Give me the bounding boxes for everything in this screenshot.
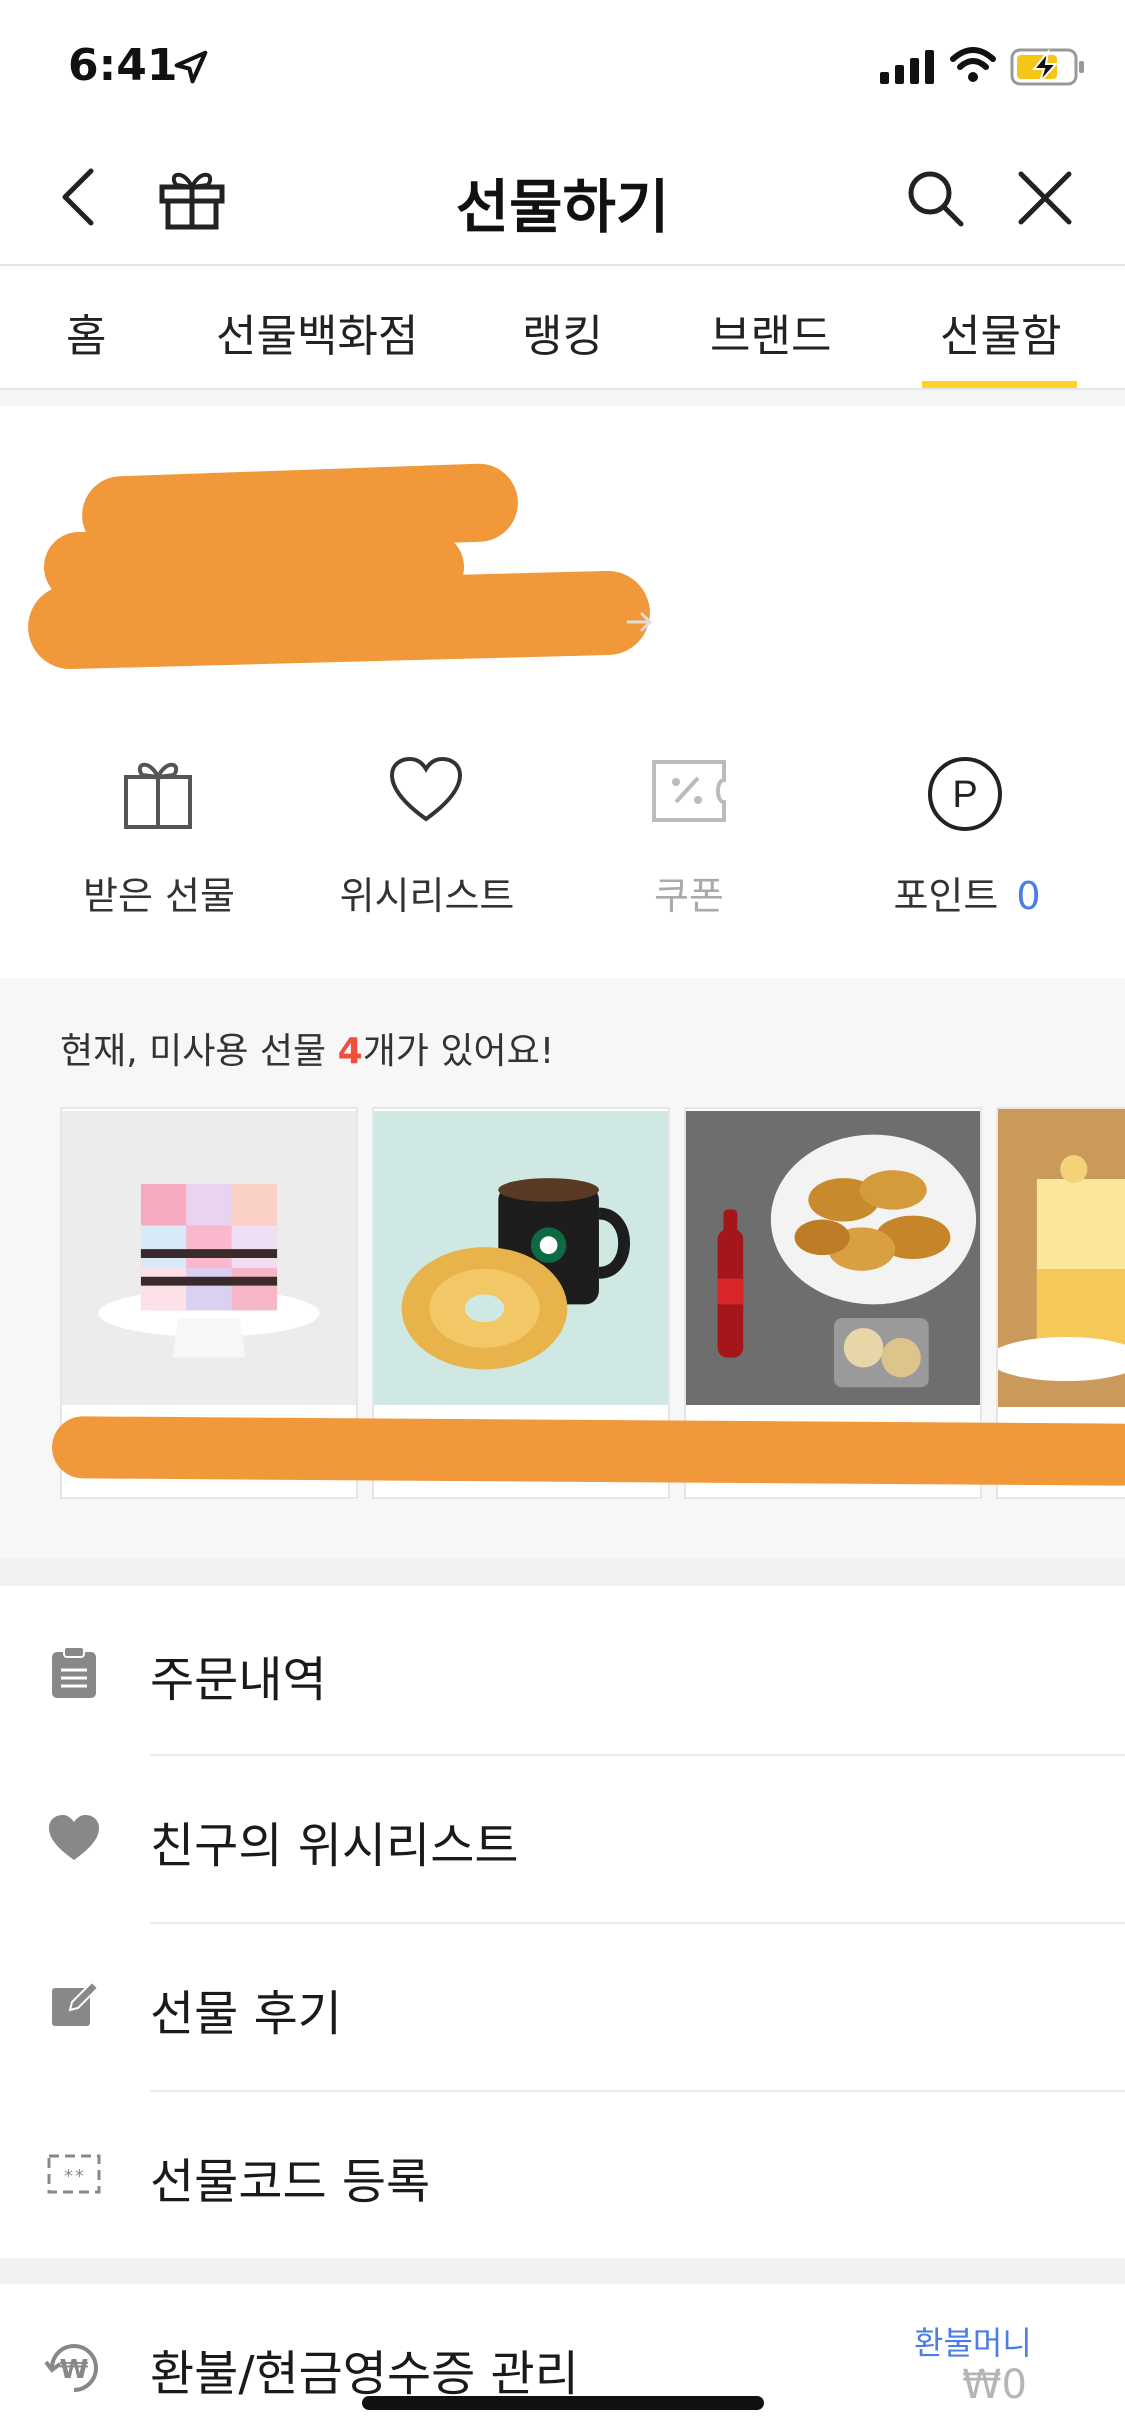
won-refund-icon: ₩ (44, 2344, 98, 2392)
wishlist-button[interactable]: 위시리스트 (314, 740, 540, 930)
heart-icon (49, 1815, 99, 1860)
tab-gift-department-store[interactable]: 선물백화점 (216, 300, 418, 364)
tab-home[interactable]: 홈 (66, 300, 106, 364)
received-gifts-button[interactable]: 받은 선물 (46, 740, 272, 930)
location-arrow-icon (174, 50, 208, 84)
points-label-group: 포인트 0 (837, 865, 1097, 920)
redacted-profile-line-3 (27, 569, 651, 671)
tab-brand[interactable]: 브랜드 (710, 300, 831, 364)
unused-count: 4 (337, 1031, 363, 1072)
status-time: 6:41 (68, 40, 178, 91)
heart-icon (389, 756, 463, 822)
menu-label-friend-wishlist: 친구의 위시리스트 (150, 1818, 519, 1874)
close-icon[interactable] (1015, 168, 1075, 228)
received-gifts-label: 받은 선물 (83, 874, 235, 918)
menu-label-gift-review: 선물 후기 (150, 1986, 342, 2042)
coupon-label: 쿠폰 (654, 874, 724, 918)
svg-text:₩: ₩ (60, 2355, 89, 2385)
section-divider (0, 2258, 1125, 2284)
wishlist-label: 위시리스트 (339, 874, 515, 918)
gift-product-image-coffee-set (374, 1111, 668, 1405)
points-label: 포인트 (893, 874, 999, 918)
section-divider (0, 1558, 1125, 1586)
tab-gift-box[interactable]: 선물함 (940, 300, 1061, 364)
points-value: 0 (1016, 874, 1041, 918)
svg-text:P: P (952, 774, 977, 816)
coupon-button[interactable]: 쿠폰 (576, 740, 802, 930)
points-icon: P (928, 757, 1002, 831)
refund-money-value: ₩0 (962, 2362, 1027, 2408)
edit-icon (52, 1980, 100, 2026)
gift-product-image-cake (62, 1111, 356, 1405)
menu-label-order-history: 주문내역 (150, 1652, 327, 1708)
cellular-signal-icon (880, 50, 934, 84)
coupon-icon (652, 760, 726, 822)
redacted-gift-names (51, 1416, 1125, 1486)
tab-ranking[interactable]: 랭킹 (522, 300, 603, 364)
menu-label-refund: 환불/현금영수증 관리 (150, 2346, 579, 2402)
code-ticket-icon: ** (47, 2154, 101, 2194)
header-divider (0, 264, 1125, 266)
home-indicator (362, 2396, 764, 2410)
svg-text:**: ** (63, 2166, 85, 2187)
search-icon[interactable] (905, 168, 965, 228)
points-button[interactable]: P 포인트 0 (854, 740, 1080, 930)
wifi-icon (950, 47, 996, 82)
clipboard-icon (52, 1646, 96, 1698)
profile-arrow-icon[interactable] (624, 606, 656, 638)
gift-product-image-dessert (998, 1109, 1125, 1407)
battery-charging-icon (1010, 48, 1084, 86)
menu-label-gift-code: 선물코드 등록 (150, 2154, 431, 2210)
unused-gifts-message: 현재, 미사용 선물 4개가 있어요! (60, 1022, 554, 1074)
refund-money-label: 환불머니 (914, 2324, 1032, 2362)
gift-icon (124, 762, 192, 829)
tabs-shadow (0, 390, 1125, 406)
gift-product-image-chicken (686, 1111, 980, 1405)
unused-prefix: 현재, 미사용 선물 (60, 1031, 338, 1072)
unused-suffix: 개가 있어요! (362, 1031, 555, 1072)
